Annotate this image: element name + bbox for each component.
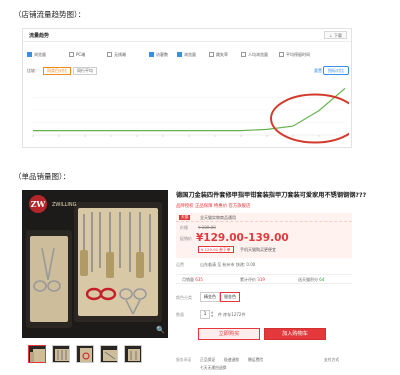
metric-checkbox[interactable]: 平均停留时间 xyxy=(279,52,310,58)
original-price-label: 价格 xyxy=(180,225,188,230)
checkbox-icon xyxy=(27,52,32,57)
highlight-ellipse xyxy=(270,93,349,144)
sales-stats: 月销量 635 累计评价 319 送天猫积分 64 xyxy=(176,274,352,284)
series-line xyxy=(33,87,346,132)
checkbox-icon xyxy=(107,52,112,57)
metric-checkbox[interactable]: 浏览量 xyxy=(27,52,46,58)
thumbnail[interactable] xyxy=(100,345,118,363)
promise-line-2: 七天无理由退换 xyxy=(200,365,227,370)
thumbnail[interactable] xyxy=(52,345,70,363)
color-option[interactable]: 银金色 xyxy=(220,292,240,302)
promo-price: ¥129.00-139.00 xyxy=(196,232,289,244)
color-label: 颜色分类 xyxy=(176,295,192,300)
quantity-input[interactable]: 1 xyxy=(200,310,210,319)
stock-text: 件 库存1272件 xyxy=(218,312,246,317)
traffic-panel-header: 流量趋势 ⊥ 下载 xyxy=(23,29,351,42)
traffic-caption: （店铺流量趋势图）： xyxy=(14,10,86,19)
monthly-sales: 月销量 635 xyxy=(182,277,203,282)
promise-item[interactable]: 正品保证 xyxy=(200,357,215,363)
original-price: ¥ 289.00 xyxy=(198,225,216,230)
metric-checkbox-row: 浏览量 PC端 无线端 访客数 浏览量 跳失率 人均浏览量 平均停留时间 xyxy=(27,52,349,60)
traffic-panel: 流量趋势 ⊥ 下载 浏览量 PC端 无线端 访客数 浏览量 跳失率 人均浏览量 … xyxy=(22,28,352,148)
quantity-label: 数量 xyxy=(176,312,184,317)
tab-industry-average[interactable]: 同行平均 xyxy=(73,67,97,75)
thumbnail[interactable] xyxy=(76,345,94,363)
product-title: 德国刀金装四件套修甲指甲钳套装指甲刀套装可爱家用不锈钢钢钢??? xyxy=(176,192,367,199)
metric-checkbox[interactable]: 浏览量 xyxy=(177,52,196,58)
metric-checkbox[interactable]: 人均浏览量 xyxy=(241,52,268,58)
color-option[interactable]: 精金色 xyxy=(200,292,220,302)
brand-logo: ZWILLING xyxy=(52,202,77,208)
promo-badge: 天猫 xyxy=(179,215,191,220)
thumbnail[interactable] xyxy=(28,345,46,363)
product-subtitle: 品牌授权 正品保障 特惠价 官方旗舰店 xyxy=(176,204,251,209)
svg-text:ZW: ZW xyxy=(31,199,47,209)
metric-checkbox[interactable]: PC端 xyxy=(69,52,85,58)
checkbox-icon xyxy=(69,52,74,57)
traffic-panel-title: 流量趋势 xyxy=(29,33,50,39)
promise-label: 服务承诺 xyxy=(176,357,192,362)
reset-link[interactable]: 重置 xyxy=(314,68,322,74)
tab-same-category[interactable]: 同类目对比 xyxy=(43,67,71,75)
metric-checkbox[interactable]: 访客数 xyxy=(149,52,168,58)
reward-points: 送天猫积分 64 xyxy=(298,277,325,282)
checkbox-icon xyxy=(279,52,284,57)
promise-item[interactable]: 赠运费险 xyxy=(248,357,263,363)
shipping-label: 运费 xyxy=(176,262,184,267)
total-reviews[interactable]: 累计评价 319 xyxy=(240,277,265,283)
promo-price-label: 促销价 xyxy=(180,236,192,241)
price-box: 天猫 全天猫实物商品通用 价格 ¥ 289.00 促销价 ¥129.00-139… xyxy=(176,213,352,258)
metric-checkbox[interactable]: 跳失率 xyxy=(209,52,228,58)
checkbox-icon xyxy=(177,52,182,57)
metric-checkbox[interactable]: 无线端 xyxy=(107,52,126,58)
product-main-image[interactable]: ZW ZWILLING xyxy=(22,190,168,338)
download-button[interactable]: ⊥ 下载 xyxy=(324,31,347,39)
compare-tabs: 比较： 同类目对比 同行平均 重置 指标对比 xyxy=(27,66,349,76)
zoom-icon[interactable]: 🔍 xyxy=(156,326,165,334)
mobile-cheaper-note[interactable]: 手机天猫购买更便宜 xyxy=(240,247,276,253)
promo-text: 全天猫实物商品通用 xyxy=(200,215,236,220)
thumbnail[interactable] xyxy=(124,345,142,363)
sales-caption: （单品销量图）： xyxy=(14,172,71,181)
promo-row: 天猫 全天猫实物商品通用 xyxy=(176,213,352,222)
coupon-badge[interactable]: ¥ 129.00 券下单 xyxy=(198,246,234,253)
checkbox-icon xyxy=(209,52,214,57)
checkbox-icon xyxy=(149,52,154,57)
shipping-value: 山东临清 至 杭州市 快递: 0.00 xyxy=(200,262,256,267)
payment-link[interactable]: 支付方式 xyxy=(324,357,339,363)
compare-metrics-button[interactable]: 指标对比 xyxy=(323,66,349,75)
checkbox-icon xyxy=(241,52,246,57)
promise-item[interactable]: 极速退款 xyxy=(224,357,239,363)
compare-label: 比较： xyxy=(27,68,39,73)
traffic-trend-chart xyxy=(32,87,349,144)
decrement-icon[interactable]: ▼ xyxy=(211,314,213,318)
product-photo: ZW ZWILLING xyxy=(22,190,168,338)
add-to-cart-button[interactable]: 加入购物车 xyxy=(264,328,326,340)
buy-now-button[interactable]: 立即购买 xyxy=(198,328,260,340)
